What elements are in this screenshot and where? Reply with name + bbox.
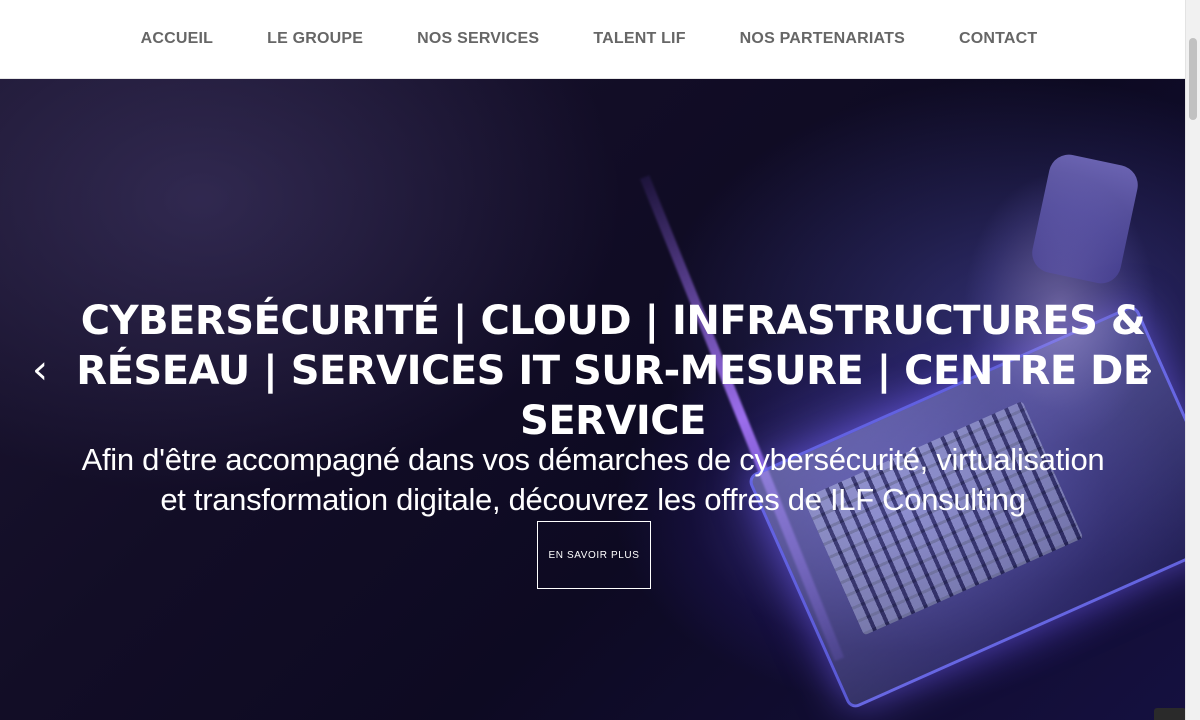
nav-item-accueil[interactable]: ACCUEIL <box>114 30 241 48</box>
slide-title: CYBERSÉCURITÉ | CLOUD | INFRASTRUCTURES … <box>76 298 1150 444</box>
en-savoir-plus-button[interactable]: EN SAVOIR PLUS <box>537 521 651 589</box>
slide-subtitle: Afin d'être accompagné dans vos démarche… <box>81 442 1105 517</box>
page-scrollbar[interactable] <box>1185 0 1200 720</box>
top-navigation: ACCUEIL LE GROUPE NOS SERVICES TALENT LI… <box>0 0 1186 79</box>
chevron-right-icon[interactable]: › <box>1134 347 1158 393</box>
nav-item-le-groupe[interactable]: LE GROUPE <box>240 30 390 48</box>
corner-widget <box>1154 708 1186 720</box>
nav-menu: ACCUEIL LE GROUPE NOS SERVICES TALENT LI… <box>114 30 1065 48</box>
nav-item-nos-services[interactable]: NOS SERVICES <box>390 30 566 48</box>
nav-item-talent-lif[interactable]: TALENT LIF <box>566 30 712 48</box>
scrollbar-thumb[interactable] <box>1189 38 1197 120</box>
nav-item-nos-partenariats[interactable]: NOS PARTENARIATS <box>713 30 932 48</box>
nav-item-contact[interactable]: CONTACT <box>932 30 1064 48</box>
chevron-left-icon[interactable]: ‹ <box>28 347 52 393</box>
hero-slider: CYBERSÉCURITÉ | CLOUD | INFRASTRUCTURES … <box>0 79 1186 720</box>
